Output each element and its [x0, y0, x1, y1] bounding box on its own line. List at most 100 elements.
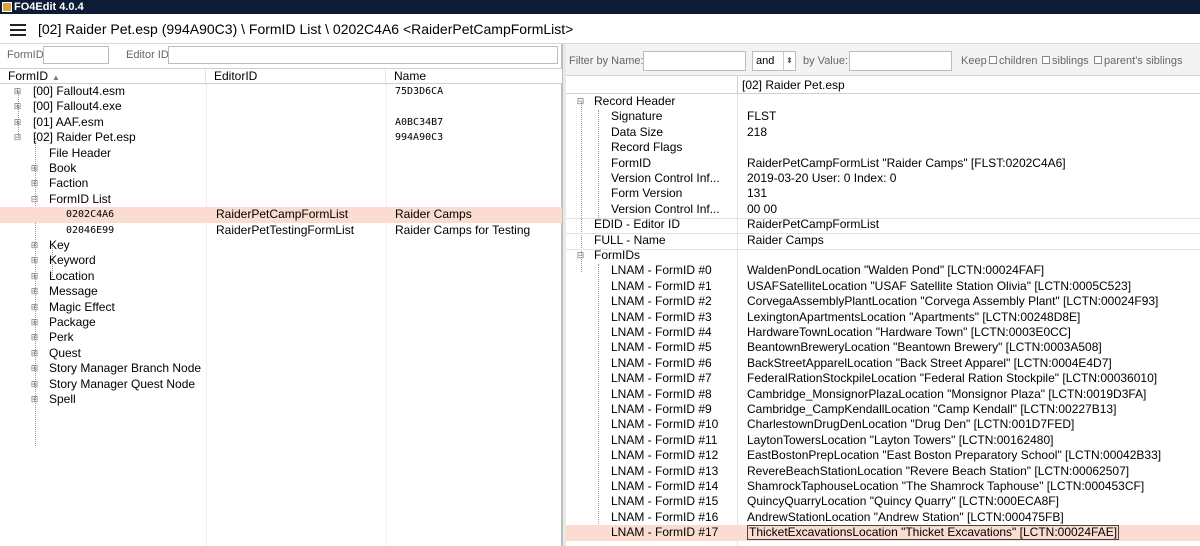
filter-name-input[interactable] — [643, 51, 746, 71]
tree-node-quest[interactable]: ⊞ Quest — [0, 346, 562, 361]
tree-node-fallout4-esm[interactable]: ⊞ [00] Fallout4.esm 75D3D6CA — [0, 84, 562, 99]
expand-icon[interactable]: ⊞ — [30, 377, 39, 392]
field-lnam-0[interactable]: LNAM - FormID #0 WaldenPondLocation "Wal… — [566, 263, 1200, 278]
field-lnam-6[interactable]: LNAM - FormID #6 BackStreetApparelLocati… — [566, 356, 1200, 371]
tree-node-fallout4-exe[interactable]: ⊞ [00] Fallout4.exe — [0, 99, 562, 114]
expand-icon[interactable]: ⊞ — [30, 176, 39, 191]
collapse-icon[interactable]: ⊟ — [576, 94, 585, 109]
field-lnam-2[interactable]: LNAM - FormID #2 CorvegaAssemblyPlantLoc… — [566, 294, 1200, 309]
field-lnam-11[interactable]: LNAM - FormID #11 LaytonTowersLocation "… — [566, 433, 1200, 448]
record-path: [02] Raider Pet.esp (994A90C3) \ FormID … — [38, 21, 574, 37]
field-version-control-info-1[interactable]: Version Control Inf... 2019-03-20 User: … — [566, 171, 1200, 186]
expand-icon[interactable]: ⊞ — [30, 161, 39, 176]
field-signature[interactable]: Signature FLST — [566, 109, 1200, 124]
tree-node-keyword[interactable]: ⊞ Keyword — [0, 253, 562, 268]
field-form-version[interactable]: Form Version 131 — [566, 186, 1200, 201]
tree-node-location[interactable]: ⊞ Location — [0, 269, 562, 284]
filter-by-value-label: by Value: — [803, 55, 849, 67]
expand-icon[interactable]: ⊞ — [30, 392, 39, 407]
collapse-icon[interactable]: ⊟ — [576, 248, 585, 263]
expand-icon[interactable]: ⊞ — [13, 84, 22, 99]
field-lnam-4[interactable]: LNAM - FormID #4 HardwareTownLocation "H… — [566, 325, 1200, 340]
hamburger-menu-icon[interactable] — [8, 22, 28, 38]
expand-icon[interactable]: ⊞ — [30, 253, 39, 268]
filter-value-input[interactable] — [849, 51, 952, 71]
field-formids[interactable]: ⊟ FormIDs — [566, 248, 1200, 263]
tree-node-perk[interactable]: ⊞ Perk — [0, 330, 562, 345]
collapse-icon[interactable]: ⊟ — [13, 130, 22, 145]
collapse-icon[interactable]: ⊟ — [30, 192, 39, 207]
keep-label: Keep — [961, 55, 987, 67]
keep-children-label[interactable]: children — [999, 55, 1038, 67]
keep-parents-siblings-label[interactable]: parent's siblings — [1104, 55, 1183, 67]
field-record-flags[interactable]: Record Flags — [566, 140, 1200, 155]
app-icon — [2, 2, 12, 12]
tree-filter-row: FormID Editor ID — [0, 44, 562, 68]
tree-node-key[interactable]: ⊞ Key — [0, 238, 562, 253]
tree-node-story-manager-quest-node[interactable]: ⊞ Story Manager Quest Node — [0, 377, 562, 392]
tree-node-file-header[interactable]: File Header — [0, 146, 562, 161]
editorid-filter-label: Editor ID — [126, 49, 169, 61]
expand-icon[interactable]: ⊞ — [30, 238, 39, 253]
expand-icon[interactable]: ⊞ — [13, 99, 22, 114]
field-lnam-9[interactable]: LNAM - FormID #9 Cambridge_CampKendallLo… — [566, 402, 1200, 417]
expand-icon[interactable]: ⊞ — [30, 330, 39, 345]
field-lnam-8[interactable]: LNAM - FormID #8 Cambridge_MonsignorPlaz… — [566, 387, 1200, 402]
field-lnam-17[interactable]: LNAM - FormID #17 ThicketExcavationsLoca… — [566, 525, 1200, 541]
tree-node-message[interactable]: ⊞ Message — [0, 284, 562, 299]
tree-node-spell[interactable]: ⊞ Spell — [0, 392, 562, 407]
tree-node-book[interactable]: ⊞ Book — [0, 161, 562, 176]
tree-node-magic-effect[interactable]: ⊞ Magic Effect — [0, 300, 562, 315]
field-edid[interactable]: EDID - Editor ID RaiderPetCampFormList — [566, 217, 1200, 232]
field-full-name[interactable]: FULL - Name Raider Camps — [566, 233, 1200, 248]
column-header-editorid[interactable]: EditorID — [206, 69, 386, 85]
spin-updown-icon[interactable]: ⬍ — [783, 52, 795, 70]
tree-node-formid-list[interactable]: ⊟ FormID List — [0, 192, 562, 207]
record-file-name: [02] Raider Pet.esp — [742, 78, 845, 92]
field-data-size[interactable]: Data Size 218 — [566, 125, 1200, 140]
record-filter-bar: Filter by Name: and ⬍ by Value: Keep chi… — [566, 44, 1200, 76]
tree-column-header: FormID ▲ EditorID Name — [0, 68, 562, 85]
tree-node-02046e99[interactable]: 02046E99 RaiderPetTestingFormList Raider… — [0, 223, 562, 238]
field-lnam-10[interactable]: LNAM - FormID #10 CharlestownDrugDenLoca… — [566, 417, 1200, 432]
tree-node-0202c4a6[interactable]: 0202C4A6 RaiderPetCampFormList Raider Ca… — [0, 207, 562, 223]
field-lnam-7[interactable]: LNAM - FormID #7 FederalRationStockpileL… — [566, 371, 1200, 386]
tree-node-package[interactable]: ⊞ Package — [0, 315, 562, 330]
filter-by-name-label: Filter by Name: — [569, 55, 644, 67]
editorid-filter-input[interactable] — [168, 46, 558, 64]
field-lnam-1[interactable]: LNAM - FormID #1 USAFSatelliteLocation "… — [566, 279, 1200, 294]
keep-children-checkbox[interactable] — [989, 56, 997, 64]
filter-operator-select[interactable]: and ⬍ — [752, 51, 796, 71]
field-lnam-12[interactable]: LNAM - FormID #12 EastBostonPrepLocation… — [566, 448, 1200, 463]
field-lnam-15[interactable]: LNAM - FormID #15 QuincyQuarryLocation "… — [566, 494, 1200, 509]
tree-node-story-manager-branch-node[interactable]: ⊞ Story Manager Branch Node — [0, 361, 562, 376]
field-version-control-info-2[interactable]: Version Control Inf... 00 00 — [566, 202, 1200, 217]
column-header-formid[interactable]: FormID ▲ — [0, 69, 206, 85]
field-lnam-13[interactable]: LNAM - FormID #13 RevereBeachStationLoca… — [566, 464, 1200, 479]
field-record-header[interactable]: ⊟ Record Header — [566, 94, 1200, 109]
formid-filter-input[interactable] — [43, 46, 109, 64]
record-view-pane: Filter by Name: and ⬍ by Value: Keep chi… — [566, 44, 1200, 546]
expand-icon[interactable]: ⊞ — [30, 346, 39, 361]
expand-icon[interactable]: ⊞ — [30, 300, 39, 315]
keep-siblings-label[interactable]: siblings — [1052, 55, 1089, 67]
expand-icon[interactable]: ⊞ — [30, 361, 39, 376]
column-header-name[interactable]: Name — [386, 69, 562, 85]
record-tree-pane: FormID Editor ID FormID ▲ EditorID Name ⊞… — [0, 44, 562, 546]
field-formid[interactable]: FormID RaiderPetCampFormList "Raider Cam… — [566, 156, 1200, 171]
keep-parents-siblings-checkbox[interactable] — [1094, 56, 1102, 64]
field-lnam-3[interactable]: LNAM - FormID #3 LexingtonApartmentsLoca… — [566, 310, 1200, 325]
keep-siblings-checkbox[interactable] — [1042, 56, 1050, 64]
sort-asc-icon: ▲ — [52, 73, 60, 82]
window-title: FO4Edit 4.0.4 — [14, 1, 84, 13]
expand-icon[interactable]: ⊞ — [30, 269, 39, 284]
expand-icon[interactable]: ⊞ — [30, 284, 39, 299]
expand-icon[interactable]: ⊞ — [13, 115, 22, 130]
tree-node-aaf-esm[interactable]: ⊞ [01] AAF.esm A0BC34B7 — [0, 115, 562, 130]
expand-icon[interactable]: ⊞ — [30, 315, 39, 330]
field-lnam-5[interactable]: LNAM - FormID #5 BeantownBreweryLocation… — [566, 340, 1200, 355]
field-lnam-16[interactable]: LNAM - FormID #16 AndrewStationLocation … — [566, 510, 1200, 525]
field-lnam-14[interactable]: LNAM - FormID #14 ShamrockTaphouseLocati… — [566, 479, 1200, 494]
tree-node-raider-pet-esp[interactable]: ⊟ [02] Raider Pet.esp 994A90C3 — [0, 130, 562, 145]
tree-node-faction[interactable]: ⊞ Faction — [0, 176, 562, 191]
